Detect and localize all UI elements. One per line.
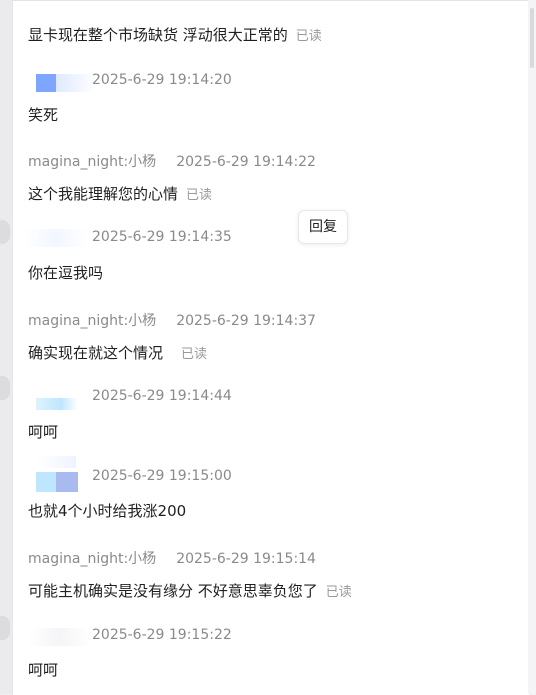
message-text: 显卡现在整个市场缺货 浮动很大正常的 已读 [28, 24, 322, 45]
blurred-username [36, 74, 96, 92]
message-timestamp: 2025-6-29 19:14:44 [92, 388, 232, 404]
left-pane-edge [0, 0, 12, 694]
read-receipt: 已读 [186, 188, 213, 203]
message-text: 你在逗我吗 [28, 264, 104, 282]
message-meta: magina_night:小杨 2025-6-29 19:14:37 [28, 310, 316, 330]
message-text: 可能主机确实是没有缘分 不好意思辜负您了 已读 [28, 580, 352, 601]
message-text: 呵呵 [28, 423, 59, 441]
blurred-username [36, 398, 78, 410]
read-receipt: 已读 [181, 347, 208, 362]
message-timestamp: 2025-6-29 19:14:37 [176, 313, 316, 329]
message-text: 确实现在就这个情况 已读 [28, 342, 207, 363]
message-text: 这个我能理解您的心情 已读 [28, 183, 212, 204]
sender-name: magina_night:小杨 [28, 551, 157, 567]
message-text: 也就4个小时给我涨200 [28, 502, 187, 520]
reply-button[interactable]: 回复 [298, 210, 348, 244]
message-body: 可能主机确实是没有缘分 不好意思辜负您了 [28, 582, 318, 600]
message-meta: magina_night:小杨 2025-6-29 19:15:14 [28, 548, 316, 568]
message-timestamp: 2025-6-29 19:14:22 [176, 154, 316, 170]
left-pane-fragment [0, 616, 10, 640]
sender-name: magina_night:小杨 [28, 154, 157, 170]
message-timestamp: 2025-6-29 19:14:20 [92, 72, 232, 88]
message-timestamp: 2025-6-29 19:15:14 [176, 551, 316, 567]
message-timestamp: 2025-6-29 19:15:00 [92, 468, 232, 484]
read-receipt: 已读 [325, 585, 352, 600]
left-pane-fragment [0, 376, 10, 400]
message-text: 笑死 [28, 106, 59, 124]
message-body: 这个我能理解您的心情 [28, 185, 179, 203]
message-text: 呵呵 [28, 661, 59, 679]
message-timestamp: 2025-6-29 19:14:35 [92, 229, 232, 245]
message-timestamp: 2025-6-29 19:15:22 [92, 627, 232, 643]
read-receipt: 已读 [295, 29, 322, 44]
blurred-username [28, 628, 92, 646]
message-body: 确实现在就这个情况 [28, 344, 164, 362]
scrollbar-thumb[interactable] [530, 8, 534, 68]
blurred-username [24, 229, 88, 247]
left-pane-fragment [0, 220, 10, 244]
message-body: 显卡现在整个市场缺货 浮动很大正常的 [28, 26, 288, 44]
sender-name: magina_night:小杨 [28, 313, 157, 329]
scrollbar[interactable] [528, 0, 536, 694]
blurred-username [36, 472, 78, 492]
blurred-avatar-top [36, 456, 76, 468]
message-meta: magina_night:小杨 2025-6-29 19:14:22 [28, 151, 316, 171]
